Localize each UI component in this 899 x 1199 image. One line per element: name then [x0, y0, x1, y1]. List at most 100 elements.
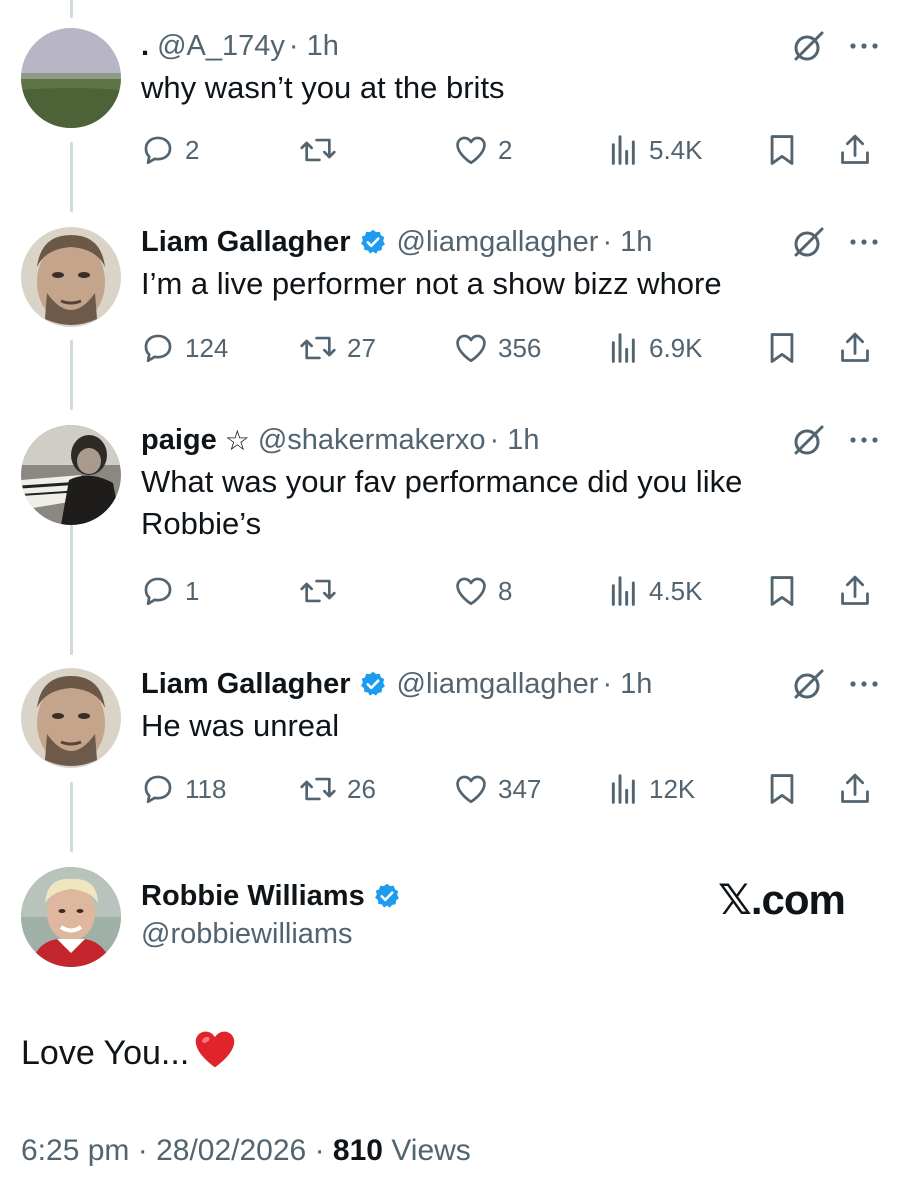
post-date[interactable]: 28/02/2026	[156, 1134, 306, 1167]
verified-badge-icon	[373, 882, 401, 910]
separator: ·	[137, 1134, 157, 1167]
views-icon	[609, 773, 639, 805]
tweet-header: . @A_174y · 1h	[141, 28, 879, 64]
views-count: 6.9K	[649, 332, 703, 363]
reply-button[interactable]: 2	[141, 130, 199, 170]
action-bar: 118 26 347 12K	[141, 769, 879, 809]
avatar[interactable]	[21, 227, 121, 327]
tweet-header: Liam Gallagher @liamgallagher · 1h	[141, 224, 879, 260]
timestamp[interactable]: · 1h	[289, 30, 339, 63]
bookmark-button[interactable]	[767, 130, 797, 170]
bookmark-button[interactable]	[767, 328, 797, 368]
grok-icon[interactable]	[791, 225, 825, 259]
share-button[interactable]	[838, 130, 872, 170]
tweet-text: why wasn’t you at the brits	[141, 70, 505, 105]
more-icon[interactable]	[849, 238, 879, 246]
more-icon[interactable]	[849, 680, 879, 688]
share-button[interactable]	[838, 328, 872, 368]
repost-button[interactable]	[299, 130, 347, 170]
tweet-text: He was unreal	[141, 708, 340, 743]
avatar[interactable]	[21, 668, 121, 768]
x-brand-watermark: 𝕏.com	[718, 876, 846, 923]
views-button[interactable]: 6.9K	[609, 328, 703, 368]
avatar[interactable]	[21, 425, 121, 525]
bookmark-icon	[767, 331, 797, 365]
reply-count: 2	[185, 134, 200, 165]
grok-icon[interactable]	[791, 667, 825, 701]
thread-connector	[70, 340, 73, 410]
display-name[interactable]: Liam Gallagher	[141, 226, 351, 259]
reply-button[interactable]: 1	[141, 571, 199, 611]
display-name[interactable]: paige	[141, 424, 217, 457]
avatar[interactable]	[21, 28, 121, 128]
reply-icon	[141, 772, 175, 806]
like-button[interactable]: 2	[454, 130, 512, 170]
like-count: 356	[498, 332, 542, 363]
like-button[interactable]: 347	[454, 769, 541, 809]
display-name[interactable]: Robbie Williams	[141, 880, 365, 913]
handle[interactable]: @liamgallagher	[397, 668, 599, 701]
views-button[interactable]: 12K	[609, 769, 695, 809]
like-icon	[454, 575, 488, 607]
views-count: 5.4K	[649, 134, 703, 165]
reply-button[interactable]: 118	[141, 769, 226, 809]
like-button[interactable]: 8	[454, 571, 512, 611]
verified-badge-icon	[359, 228, 387, 256]
repost-icon	[299, 331, 337, 365]
repost-icon	[299, 133, 337, 167]
thread-connector	[70, 782, 73, 852]
reply-button[interactable]: 124	[141, 328, 228, 368]
repost-icon	[299, 574, 337, 608]
thread-connector	[70, 525, 73, 655]
timestamp[interactable]: · 1h	[602, 668, 652, 701]
display-name[interactable]: .	[141, 30, 149, 63]
views-label: Views	[391, 1134, 471, 1167]
more-icon[interactable]	[849, 436, 879, 444]
reply-icon	[141, 133, 175, 167]
tweet-text: Love You...	[21, 1028, 237, 1079]
like-button[interactable]: 356	[454, 328, 541, 368]
bookmark-icon	[767, 574, 797, 608]
bookmark-button[interactable]	[767, 769, 797, 809]
share-icon	[838, 132, 872, 168]
separator: ·	[314, 1134, 333, 1167]
tweet-text: I’m a live performer not a show bizz who…	[141, 266, 722, 301]
like-count: 347	[498, 773, 542, 804]
reply-count: 1	[185, 575, 200, 606]
views-icon	[609, 332, 639, 364]
more-icon[interactable]	[849, 42, 879, 50]
repost-count: 26	[347, 773, 376, 804]
handle[interactable]: @liamgallagher	[397, 226, 599, 259]
repost-icon	[299, 772, 337, 806]
bookmark-button[interactable]	[767, 571, 797, 611]
grok-icon[interactable]	[791, 423, 825, 457]
tweet-meta: 6:25 pm · 28/02/2026 · 810 Views	[21, 1134, 471, 1168]
star-emoji: ☆	[224, 424, 250, 456]
handle[interactable]: @A_174y	[157, 30, 285, 63]
grok-icon[interactable]	[791, 29, 825, 63]
repost-count: 27	[347, 332, 376, 363]
thread-connector	[70, 142, 73, 212]
timestamp[interactable]: · 1h	[490, 424, 540, 457]
reply-count: 124	[185, 332, 229, 363]
share-button[interactable]	[838, 769, 872, 809]
tweet-header: paige ☆ @shakermakerxo · 1h	[141, 422, 879, 458]
share-icon	[838, 771, 872, 807]
verified-badge-icon	[359, 670, 387, 698]
share-icon	[838, 573, 872, 609]
avatar[interactable]	[21, 867, 121, 967]
views-count: 810	[332, 1134, 383, 1167]
display-name[interactable]: Liam Gallagher	[141, 668, 351, 701]
reply-icon	[141, 574, 175, 608]
views-button[interactable]: 5.4K	[609, 130, 703, 170]
repost-button[interactable]: 27	[299, 328, 376, 368]
views-icon	[609, 575, 639, 607]
timestamp[interactable]: · 1h	[602, 226, 652, 259]
repost-button[interactable]: 26	[299, 769, 376, 809]
handle[interactable]: @shakermakerxo	[258, 424, 486, 457]
repost-button[interactable]	[299, 571, 347, 611]
post-time[interactable]: 6:25 pm	[21, 1134, 129, 1167]
views-button[interactable]: 4.5K	[609, 571, 703, 611]
share-button[interactable]	[838, 571, 872, 611]
thread-connector	[70, 0, 73, 18]
